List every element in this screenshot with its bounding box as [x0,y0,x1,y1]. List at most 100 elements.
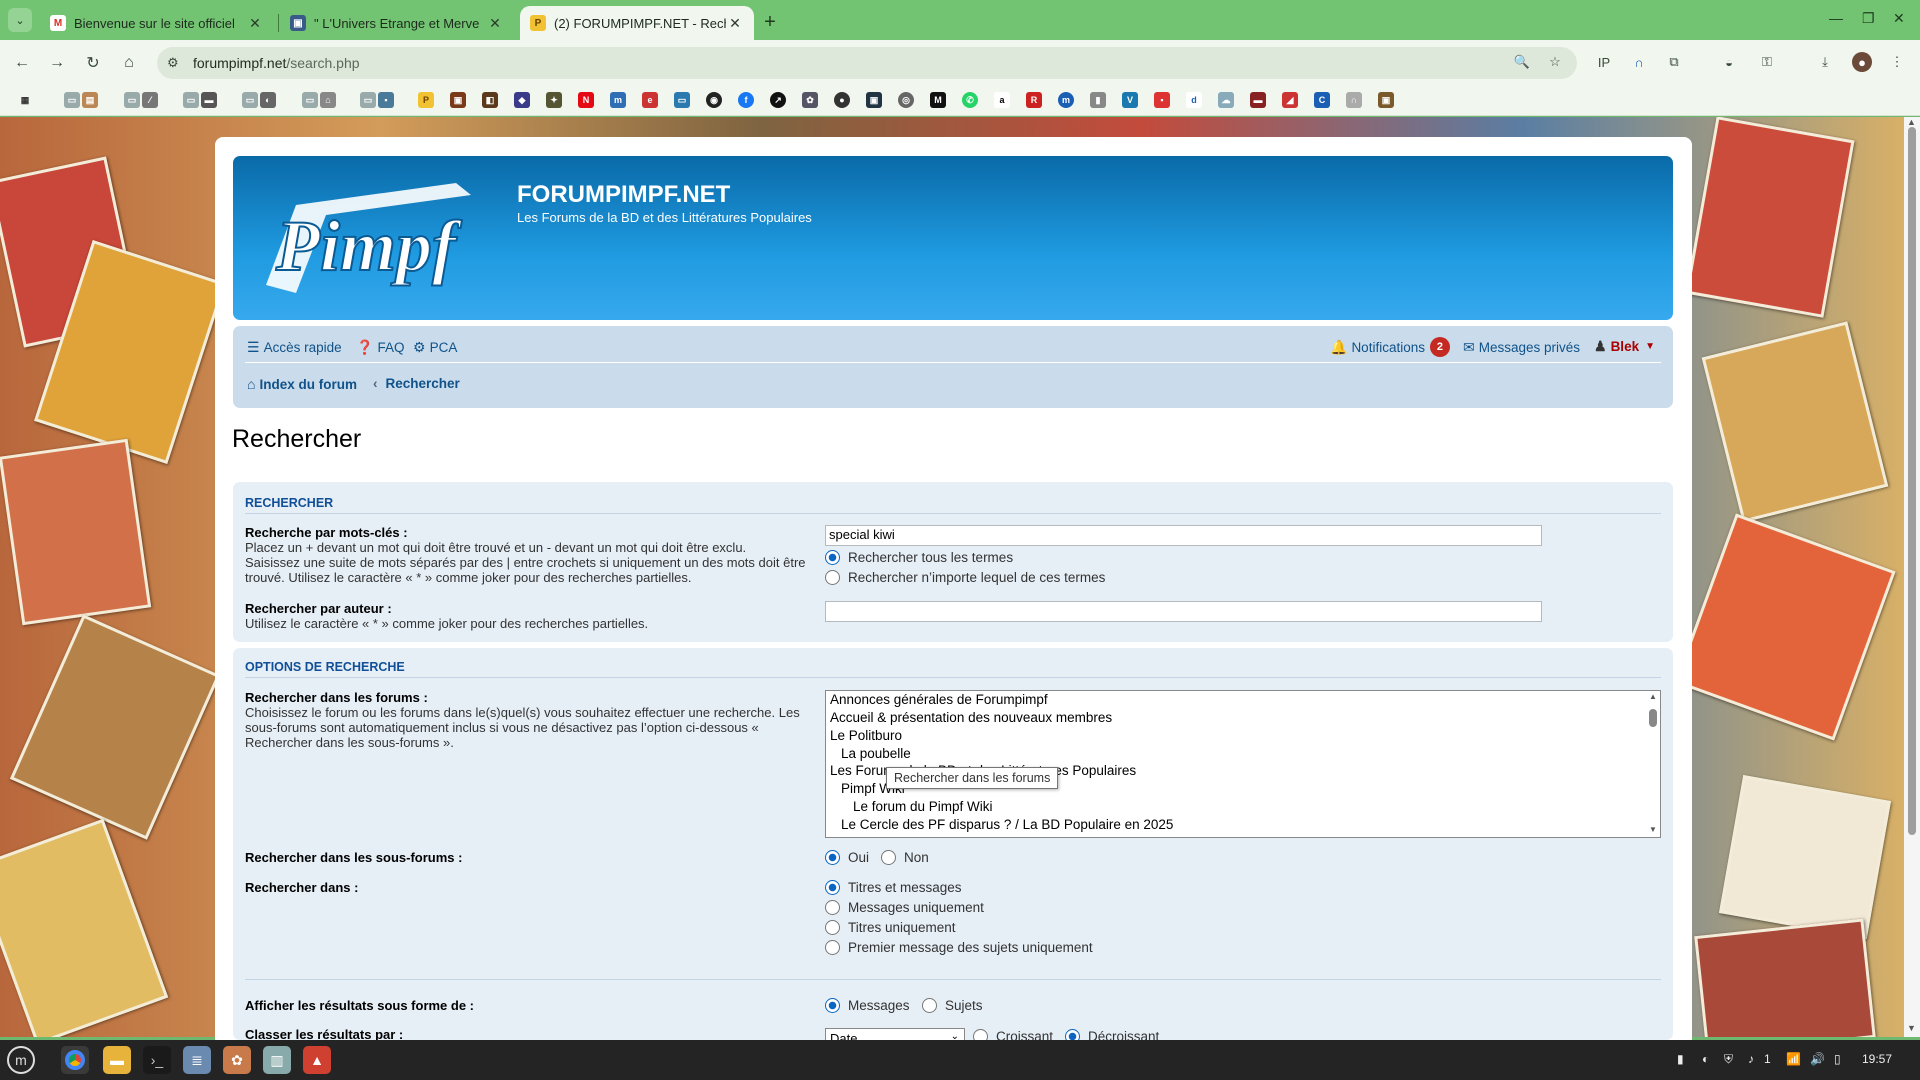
page-scrollbar[interactable]: ▲ ▼ [1904,117,1920,1037]
new-tab-icon[interactable]: + [758,10,782,34]
extensions-puzzle-icon[interactable]: ⧉ [1664,52,1684,72]
folder-icon[interactable]: ▭ [360,92,376,108]
apps-grid-icon[interactable]: ▦ [17,92,33,108]
whatsapp-icon[interactable]: ✆ [962,92,978,108]
incognito-icon[interactable]: ◒ [1719,52,1739,72]
bookmark-icon[interactable]: C [1314,92,1330,108]
close-tab-icon[interactable]: ✕ [726,14,744,32]
terms-any-radio[interactable]: Rechercher n’importe lequel de ces terme… [825,570,1105,585]
keywords-input[interactable]: special kiwi [825,525,1542,546]
terminal-icon[interactable]: ›_ [143,1046,171,1074]
bookmark-icon[interactable]: ▭ [674,92,690,108]
bookmark-icon[interactable]: ▣ [1378,92,1394,108]
forward-icon[interactable]: → [44,50,70,76]
app-icon[interactable]: ✿ [223,1046,251,1074]
bookmark-icon[interactable]: ▤ [82,92,98,108]
subforums-yes-radio[interactable]: Oui [825,850,869,865]
zoom-icon[interactable]: 🔍 [1512,52,1532,72]
bookmark-icon[interactable]: ▬ [201,92,217,108]
mint-menu-icon[interactable]: m [7,1046,35,1074]
bookmark-icon[interactable]: ▮ [1090,92,1106,108]
folder-icon[interactable]: ▭ [64,92,80,108]
display-topics-radio[interactable]: Sujets [922,998,983,1013]
tab-gmail[interactable]: M Bienvenue sur le site officiel ✕ [40,6,274,40]
bookmark-icon[interactable]: ✿ [802,92,818,108]
terms-all-radio[interactable]: Rechercher tous les termes [825,550,1013,565]
search-titles-radio[interactable]: Titres uniquement [825,920,956,935]
forum-option[interactable]: Annonces générales de Forumpimpf [830,692,1048,707]
author-input[interactable] [825,601,1542,622]
amazon-icon[interactable]: a [994,92,1010,108]
forum-option[interactable]: La poubelle [841,746,911,761]
site-name[interactable]: FORUMPIMPF.NET [517,181,730,209]
search-first-post-radio[interactable]: Premier message des sujets uniquement [825,940,1093,955]
scroll-up-icon[interactable]: ▲ [1649,692,1657,701]
bookmark-star-icon[interactable]: ☆ [1545,52,1565,72]
subforums-no-radio[interactable]: Non [881,850,929,865]
minimize-icon[interactable]: — [1829,10,1843,26]
clock[interactable]: 19:57 [1862,1052,1892,1066]
profile-avatar-icon[interactable]: ● [1852,52,1872,72]
bookmark-icon[interactable]: ◢ [1282,92,1298,108]
pca-link[interactable]: ⚙ PCA [413,339,457,356]
bookmark-icon[interactable]: ↗ [770,92,786,108]
forum-option[interactable]: Le Politburo [830,728,902,743]
tab-univers[interactable]: ▣ " L'Univers Etrange et Merve ✕ [280,6,514,40]
bookmark-icon[interactable]: ✦ [546,92,562,108]
forumpimpf-bookmark-icon[interactable]: P [418,92,434,108]
bookmark-icon[interactable]: ☁ [1218,92,1234,108]
bookmark-m-icon[interactable]: m [610,92,626,108]
forum-option[interactable]: Le forum du Pimpf Wiki [853,799,993,814]
home-icon[interactable]: ⌂ [116,50,142,76]
close-tab-icon[interactable]: ✕ [246,14,264,32]
bookmark-icon[interactable]: ▣ [450,92,466,108]
faq-link[interactable]: ❓ FAQ [356,339,404,356]
bookmark-icon[interactable]: ▣ [866,92,882,108]
bookmark-icon[interactable]: ⁄ [142,92,158,108]
breadcrumb-search[interactable]: ‹ Rechercher [373,376,460,391]
bookmark-icon[interactable]: ◉ [706,92,722,108]
bookmark-icon[interactable]: ▬ [1250,92,1266,108]
scroll-down-icon[interactable]: ▼ [1649,825,1657,834]
extension-arc-icon[interactable]: ∩ [1629,52,1649,72]
search-titles-messages-radio[interactable]: Titres et messages [825,880,962,895]
breadcrumb-index[interactable]: ⌂ Index du forum [247,376,357,392]
scrollbar-thumb[interactable] [1908,127,1916,835]
restore-icon[interactable]: ❐ [1862,10,1875,27]
folder-icon[interactable]: ▭ [302,92,318,108]
jar-icon[interactable]: ▥ [263,1046,291,1074]
user-menu[interactable]: ♟ Blek ▼ [1594,338,1655,355]
close-window-icon[interactable]: ✕ [1893,10,1905,27]
folder-icon[interactable]: ▭ [183,92,199,108]
tray-indicator-icon[interactable]: ▮ [1677,1052,1684,1066]
close-tab-icon[interactable]: ✕ [486,14,504,32]
site-info-icon[interactable]: ⚙ [167,55,179,71]
text-editor-icon[interactable]: ≣ [183,1046,211,1074]
forums-listbox[interactable]: Annonces générales de Forumpimpf Accueil… [825,690,1661,838]
bookmark-m-icon[interactable]: M [930,92,946,108]
tab-search-button[interactable]: ⌄ [8,8,32,32]
facebook-icon[interactable]: f [738,92,754,108]
password-key-icon[interactable]: ⚿ [1757,52,1777,72]
scroll-up-icon[interactable]: ▲ [1907,117,1916,127]
bookmark-icon[interactable]: ● [834,92,850,108]
display-messages-radio[interactable]: Messages [825,998,910,1013]
download-icon[interactable]: ⤓ [1815,52,1835,72]
speaker-icon[interactable]: 🔊 [1810,1052,1825,1066]
gamepad-icon[interactable]: ◐ [260,92,276,108]
reload-icon[interactable]: ↻ [80,50,106,76]
search-messages-radio[interactable]: Messages uniquement [825,900,984,915]
files-icon[interactable]: ▬ [103,1046,131,1074]
back-icon[interactable]: ← [9,50,35,76]
menu-dots-icon[interactable]: ⋮ [1887,52,1907,72]
bookmark-icon[interactable]: ◆ [514,92,530,108]
image-viewer-icon[interactable]: ▲ [303,1046,331,1074]
bookmark-icon[interactable]: ∩ [1346,92,1362,108]
bookmark-icon[interactable]: ◎ [898,92,914,108]
forum-option[interactable]: Accueil & présentation des nouveaux memb… [830,710,1112,725]
ip-extension-icon[interactable]: IP [1594,52,1614,72]
pimpf-logo[interactable]: Pimpf [256,175,496,303]
volume-icon[interactable]: ♪ [1748,1052,1754,1066]
bookmark-icon[interactable]: e [642,92,658,108]
folder-icon[interactable]: ▭ [242,92,258,108]
